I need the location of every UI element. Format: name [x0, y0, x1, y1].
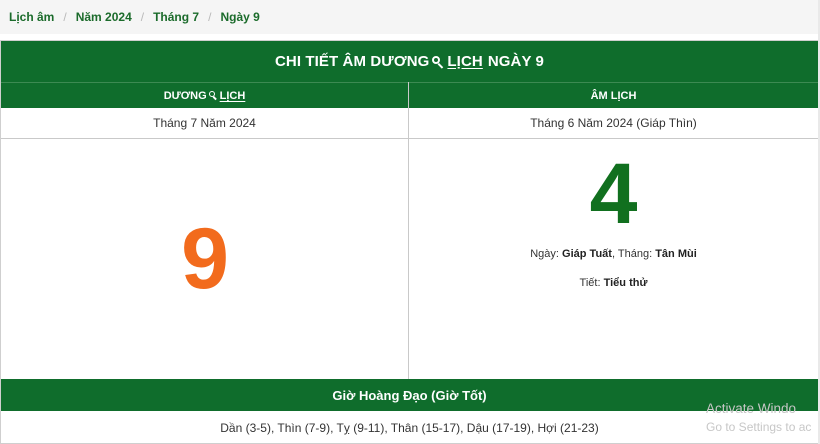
watermark-line-2: Go to Settings to ac: [706, 420, 812, 434]
breadcrumb-separator: /: [208, 10, 212, 24]
lunar-solar-term: Tiết: Tiểu thử: [409, 277, 818, 289]
calendar-columns: DƯƠNG LỊCH Tháng 7 Năm 2024 9 ÂM LỊCH Th…: [1, 82, 818, 379]
activate-windows-watermark: Activate Windo Go to Settings to ac: [706, 399, 811, 437]
lunar-day-number: 4: [589, 146, 638, 242]
watermark-line-1: Activate Windo: [706, 401, 797, 416]
breadcrumb-thang-7[interactable]: Tháng 7: [153, 10, 199, 24]
lunar-can-chi: Ngày: Giáp Tuất, Tháng: Tân Mùi: [409, 248, 818, 260]
search-icon: [208, 91, 218, 100]
lunar-column: ÂM LỊCH Tháng 6 Năm 2024 (Giáp Thìn) 4 N…: [409, 82, 818, 379]
breadcrumb-separator: /: [140, 10, 145, 24]
page-title: CHI TIẾT ÂM DƯƠNG LỊCH NGÀY 9: [1, 41, 818, 82]
breadcrumb-nam-2024[interactable]: Năm 2024: [76, 10, 132, 24]
solar-day-number: 9: [181, 211, 229, 307]
solar-month-year: Tháng 7 Năm 2024: [1, 108, 408, 139]
solar-header-text: DƯƠNG: [163, 89, 207, 102]
lunar-day-label: Ngày:: [530, 248, 559, 260]
lunar-term-value: Tiểu thử: [603, 277, 648, 289]
gio-hoang-dao-header: Giờ Hoàng Đạo (Giờ Tốt): [1, 379, 818, 411]
title-text-after: NGÀY 9: [487, 53, 545, 70]
breadcrumb-ngay-9[interactable]: Ngày 9: [220, 10, 259, 24]
solar-column: DƯƠNG LỊCH Tháng 7 Năm 2024 9: [1, 82, 409, 379]
lunar-term-label: Tiết:: [579, 277, 601, 289]
breadcrumb-lich-am[interactable]: Lịch âm: [9, 10, 54, 24]
calendar-detail-card: CHI TIẾT ÂM DƯƠNG LỊCH NGÀY 9 DƯƠNG LỊCH…: [0, 40, 818, 444]
breadcrumb: Lịch âm / Năm 2024 / Tháng 7 / Ngày 9: [0, 0, 820, 34]
gio-hoang-dao-list: Dần (3-5), Thìn (7-9), Tỵ (9-11), Thân (…: [220, 420, 599, 435]
breadcrumb-separator: /: [63, 10, 67, 24]
lunar-month-label: Tháng:: [617, 248, 653, 260]
lunar-header: ÂM LỊCH: [409, 82, 818, 108]
title-lich-link[interactable]: LỊCH: [447, 53, 482, 70]
lunar-month-value: Tân Mùi: [655, 248, 697, 260]
lunar-day-value: Giáp Tuất: [562, 248, 612, 260]
solar-day-box: 9: [1, 139, 409, 379]
lunar-month-year: Tháng 6 Năm 2024 (Giáp Thìn): [409, 108, 818, 139]
solar-header-lich-link[interactable]: LỊCH: [220, 90, 246, 102]
lunar-day-box: 4: [409, 151, 818, 237]
title-text-before: CHI TIẾT ÂM DƯƠNG: [274, 53, 430, 70]
solar-header: DƯƠNG LỊCH: [1, 82, 408, 108]
search-icon: [432, 55, 444, 69]
